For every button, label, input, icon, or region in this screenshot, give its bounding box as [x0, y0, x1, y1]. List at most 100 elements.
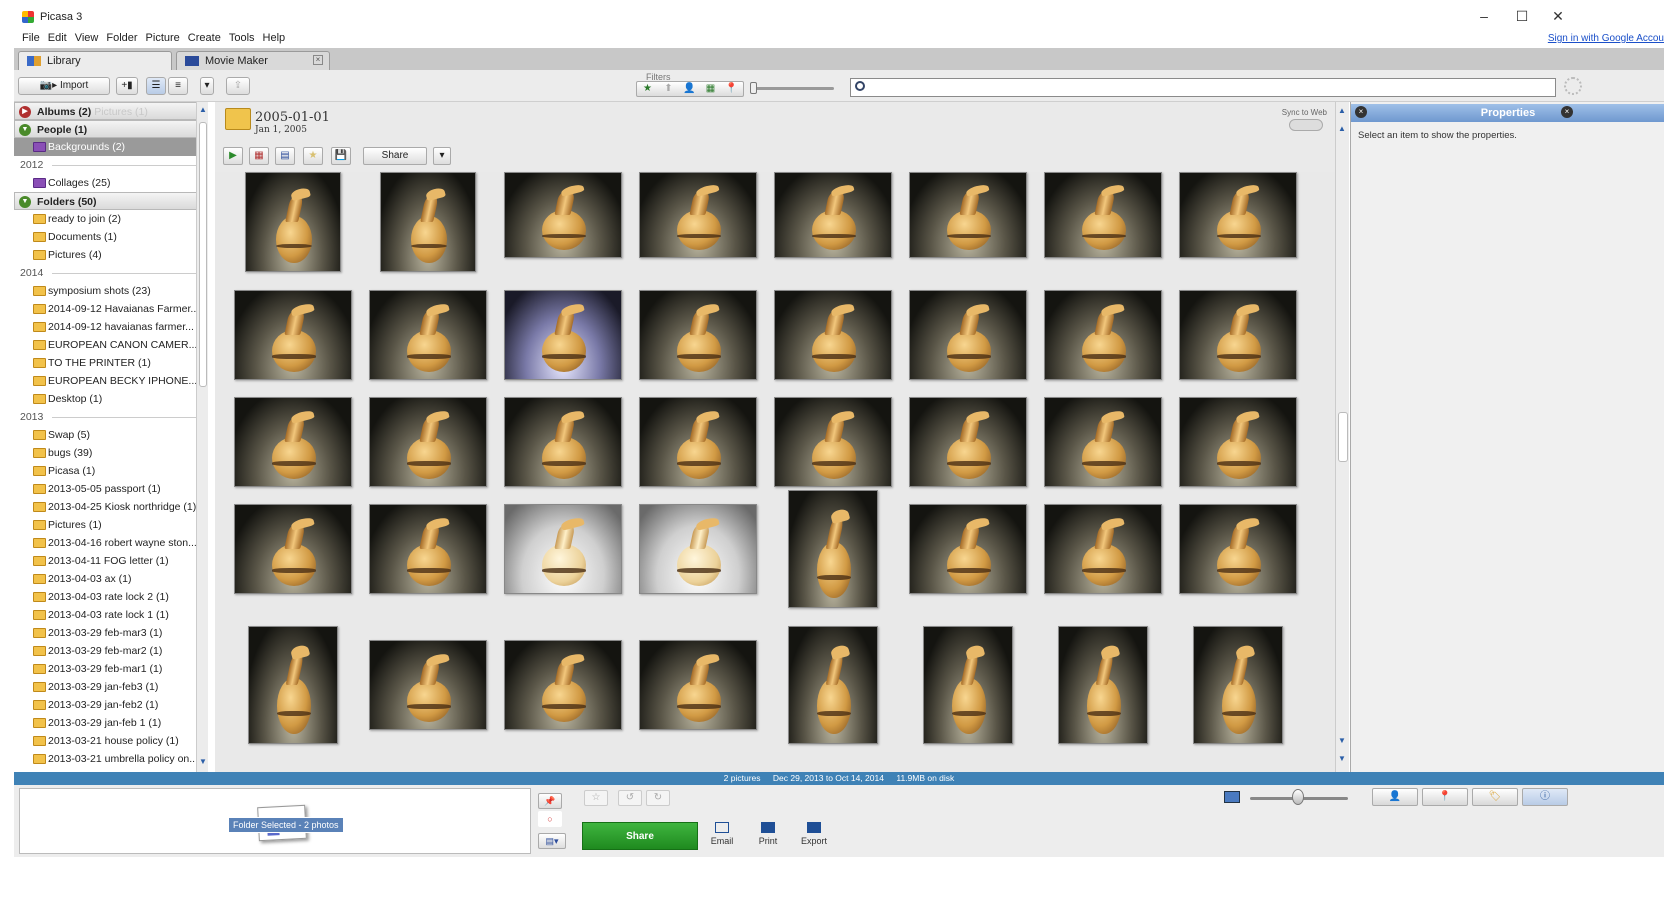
- photo-thumbnail[interactable]: [788, 490, 878, 608]
- star-tray-button[interactable]: ☆: [584, 790, 608, 806]
- people-panel-button[interactable]: 👤: [1372, 788, 1418, 806]
- hold-button[interactable]: 📌: [538, 793, 562, 809]
- sign-in-link[interactable]: Sign in with Google Accou: [1548, 33, 1664, 44]
- collapse-arrow-icon[interactable]: ▼: [19, 124, 31, 136]
- add-to-album-button[interactable]: +▮: [116, 77, 138, 95]
- sidebar-folder-item[interactable]: ready to join (2): [14, 210, 207, 228]
- sidebar-folder-item[interactable]: Swap (5): [14, 426, 207, 444]
- menu-file[interactable]: File: [18, 30, 44, 46]
- email-button[interactable]: Email: [702, 822, 742, 846]
- main-scroll-thumb[interactable]: [1338, 412, 1348, 462]
- sidebar-folder-item[interactable]: 2013-03-21 house policy (1): [14, 732, 207, 750]
- menu-view[interactable]: View: [71, 30, 103, 46]
- geotag-filter-icon[interactable]: ▦: [700, 82, 721, 96]
- close-window-button[interactable]: ✕: [1544, 8, 1572, 25]
- flat-view-button[interactable]: ☰: [146, 77, 166, 95]
- view-dropdown-button[interactable]: ▾: [200, 77, 214, 95]
- rotate-left-button[interactable]: ↺: [618, 790, 642, 806]
- properties-panel-button[interactable]: ⓘ: [1522, 788, 1568, 806]
- tab-movie-maker[interactable]: Movie Maker ×: [176, 51, 330, 70]
- photo-thumbnail[interactable]: [1044, 504, 1162, 594]
- photo-thumbnail[interactable]: [369, 290, 487, 380]
- tab-library[interactable]: Library: [18, 51, 172, 70]
- photo-tray[interactable]: Folder Selected - 2 photos: [19, 788, 531, 854]
- rotate-right-button[interactable]: ↻: [646, 790, 670, 806]
- photo-thumbnail[interactable]: [639, 290, 757, 380]
- scroll-down-icon[interactable]: ▼: [1338, 736, 1346, 745]
- sidebar-folder-item[interactable]: 2013-03-29 jan-feb2 (1): [14, 696, 207, 714]
- sidebar-folder-item[interactable]: EUROPEAN BECKY IPHONE...: [14, 372, 207, 390]
- photo-thumbnail[interactable]: [504, 640, 622, 730]
- photo-thumbnail[interactable]: [909, 290, 1027, 380]
- photo-thumbnail[interactable]: [639, 504, 757, 594]
- export-button[interactable]: Export: [794, 822, 834, 846]
- folders-group[interactable]: ▼ Folders (50): [14, 192, 207, 210]
- scroll-down-icon[interactable]: ▼: [198, 756, 208, 768]
- photo-thumbnail[interactable]: [504, 504, 622, 594]
- scroll-bottom-icon[interactable]: ▼: [1338, 754, 1346, 763]
- search-input[interactable]: [850, 78, 1556, 97]
- sidebar-folder-item[interactable]: 2013-03-29 jan-feb 1 (1): [14, 714, 207, 732]
- sidebar-scrollbar[interactable]: ▲ ▼: [196, 102, 208, 772]
- main-scrollbar[interactable]: ▲ ▲ ▼ ▼: [1335, 102, 1349, 772]
- photo-thumbnail[interactable]: [369, 640, 487, 730]
- star-button[interactable]: ★: [303, 147, 323, 165]
- photo-thumbnail[interactable]: [788, 626, 878, 744]
- time-filter-slider[interactable]: [750, 82, 757, 94]
- photo-thumbnail[interactable]: [923, 626, 1013, 744]
- print-button[interactable]: Print: [748, 822, 788, 846]
- sidebar-folder-item[interactable]: 2013-04-03 rate lock 2 (1): [14, 588, 207, 606]
- video-filter-icon[interactable]: ⬆: [658, 82, 679, 96]
- close-properties-icon[interactable]: ×: [1561, 106, 1573, 118]
- photo-thumbnail[interactable]: [909, 397, 1027, 487]
- sidebar-folder-item[interactable]: Pictures (4): [14, 246, 207, 264]
- sidebar-folder-item[interactable]: 2013-03-29 feb-mar1 (1): [14, 660, 207, 678]
- star-filter-icon[interactable]: ★: [637, 82, 658, 96]
- sidebar-folder-item[interactable]: 2013-04-25 Kiosk northridge (1): [14, 498, 207, 516]
- upload-button[interactable]: ⇪: [226, 77, 250, 95]
- share-button[interactable]: Share: [582, 822, 698, 850]
- sidebar-folder-item[interactable]: 2013-03-29 jan-feb3 (1): [14, 678, 207, 696]
- photo-thumbnail[interactable]: [369, 397, 487, 487]
- photo-thumbnail[interactable]: [1179, 504, 1297, 594]
- sidebar-folder-item[interactable]: bugs (39): [14, 444, 207, 462]
- photo-thumbnail[interactable]: [504, 290, 622, 380]
- photo-thumbnail[interactable]: [234, 397, 352, 487]
- close-tab-icon[interactable]: ×: [313, 55, 323, 65]
- sidebar-folder-item[interactable]: Documents (1): [14, 228, 207, 246]
- play-slideshow-button[interactable]: ▶: [223, 147, 243, 165]
- photo-thumbnail[interactable]: [1179, 172, 1297, 258]
- collapse-arrow-icon[interactable]: ▼: [19, 196, 31, 208]
- photo-thumbnail[interactable]: [504, 172, 622, 258]
- scroll-top-icon[interactable]: ▲: [1338, 106, 1346, 115]
- add-to-album-tray-button[interactable]: ▤▾: [538, 833, 566, 849]
- share-dropdown-button[interactable]: ▾: [433, 147, 451, 165]
- photo-thumbnail[interactable]: [369, 504, 487, 594]
- menu-folder[interactable]: Folder: [102, 30, 141, 46]
- sidebar-folder-item[interactable]: 2013-04-03 ax (1): [14, 570, 207, 588]
- expand-arrow-icon[interactable]: ▶: [19, 106, 31, 118]
- photo-thumbnail[interactable]: [639, 397, 757, 487]
- photo-thumbnail[interactable]: [1058, 626, 1148, 744]
- sync-toggle[interactable]: [1289, 119, 1323, 131]
- photo-thumbnail[interactable]: [639, 640, 757, 730]
- menu-picture[interactable]: Picture: [142, 30, 184, 46]
- photo-thumbnail[interactable]: [639, 172, 757, 258]
- menu-edit[interactable]: Edit: [44, 30, 71, 46]
- save-button[interactable]: 💾: [331, 147, 351, 165]
- zoom-slider[interactable]: [1292, 789, 1304, 805]
- photo-thumbnail[interactable]: [234, 290, 352, 380]
- sidebar-folder-item[interactable]: 2013-04-03 rate lock 1 (1): [14, 606, 207, 624]
- sidebar-folder-item[interactable]: 2013-04-16 robert wayne ston...: [14, 534, 207, 552]
- photo-thumbnail[interactable]: [1179, 397, 1297, 487]
- sidebar-folder-item[interactable]: EUROPEAN CANON CAMER...: [14, 336, 207, 354]
- scroll-up-icon[interactable]: ▲: [198, 104, 208, 116]
- clear-button[interactable]: ○: [538, 811, 562, 827]
- movie-button[interactable]: ▤: [275, 147, 295, 165]
- menu-help[interactable]: Help: [259, 30, 290, 46]
- sidebar-folder-item[interactable]: 2013-03-21 umbrella policy on...: [14, 750, 207, 768]
- sidebar-folder-item[interactable]: TO THE PRINTER (1): [14, 354, 207, 372]
- sidebar-item-collages[interactable]: Collages (25): [14, 174, 207, 192]
- scroll-up-icon[interactable]: ▲: [1338, 124, 1346, 133]
- sidebar-folder-item[interactable]: 2013-05-05 passport (1): [14, 480, 207, 498]
